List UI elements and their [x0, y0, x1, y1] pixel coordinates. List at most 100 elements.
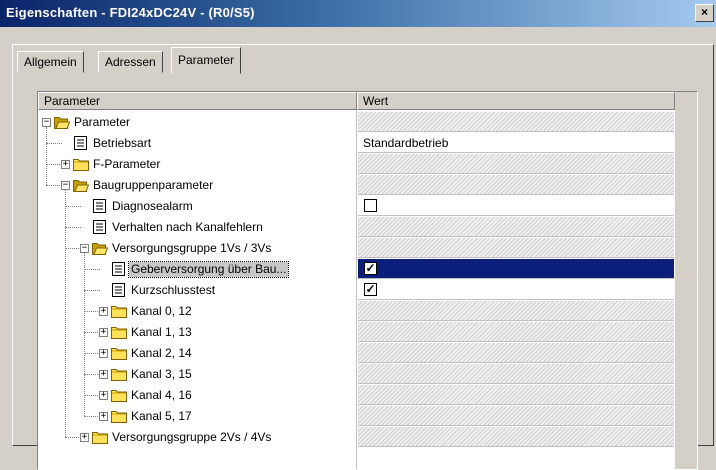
close-button[interactable]: ×	[695, 4, 714, 22]
folder-icon	[111, 388, 127, 402]
folder-open-icon	[54, 115, 71, 129]
checkbox-unchecked[interactable]	[364, 199, 377, 212]
column-header-parameter[interactable]: Parameter	[38, 92, 357, 110]
value-cell	[358, 154, 674, 174]
tree-cell: + Kanal 1, 13	[38, 322, 356, 343]
tree-line	[65, 190, 66, 437]
tree-line	[65, 437, 81, 438]
tree-row[interactable]: Diagnosealarm	[38, 196, 697, 217]
tree-item-label[interactable]: Verhalten nach Kanalfehlern	[110, 220, 265, 235]
folder-open-icon	[73, 178, 90, 192]
tree-cell: + Kanal 2, 14	[38, 343, 356, 364]
tree-item-label[interactable]: Parameter	[72, 115, 132, 130]
tree-item-label[interactable]: F-Parameter	[91, 157, 162, 172]
tree-row[interactable]: − Versorgungsgruppe 1Vs / 3Vs	[38, 238, 697, 259]
value-cell	[358, 343, 674, 363]
value-cell	[358, 112, 674, 132]
expand-icon[interactable]: +	[99, 391, 108, 400]
tree-line	[46, 164, 62, 165]
value-cell	[358, 238, 674, 258]
tree-row[interactable]: + Kanal 5, 17	[38, 406, 697, 427]
tree-item-label[interactable]: Kanal 5, 17	[129, 409, 194, 424]
tree-line	[46, 127, 47, 185]
value-cell	[358, 301, 674, 321]
tree-item-label[interactable]: Betriebsart	[91, 136, 153, 151]
tree-item-label[interactable]: Versorgungsgruppe 2Vs / 4Vs	[110, 430, 273, 445]
tree-row[interactable]: Geberversorgung über Bau... ✓	[38, 259, 697, 280]
tree-cell: + Kanal 5, 17	[38, 406, 356, 427]
tree-line	[65, 248, 81, 249]
parameter-doc-icon	[73, 136, 89, 150]
value-cell	[358, 427, 674, 447]
value-cell	[358, 385, 674, 405]
folder-open-icon	[92, 241, 109, 255]
folder-icon	[111, 409, 127, 423]
tree-row[interactable]: − Baugruppenparameter	[38, 175, 697, 196]
parameter-grid[interactable]: Parameter Wert − Parameter Betriebsart Stan…	[37, 91, 698, 470]
tree-row[interactable]: − Parameter	[38, 112, 697, 133]
folder-icon	[111, 346, 127, 360]
tree-cell: Geberversorgung über Bau...	[38, 259, 356, 280]
value-cell	[358, 322, 674, 342]
value-cell	[358, 217, 674, 237]
tree-cell: Diagnosealarm	[38, 196, 356, 217]
tree-item-label[interactable]: Kurzschlusstest	[129, 283, 217, 298]
tree-row[interactable]: + Versorgungsgruppe 2Vs / 4Vs	[38, 427, 697, 448]
tree-item-label[interactable]: Versorgungsgruppe 1Vs / 3Vs	[110, 241, 273, 256]
folder-icon	[111, 304, 127, 318]
tree-item-label[interactable]: Kanal 0, 12	[129, 304, 194, 319]
expand-icon[interactable]: +	[99, 412, 108, 421]
expand-icon[interactable]: +	[99, 307, 108, 316]
tree-row[interactable]: + F-Parameter	[38, 154, 697, 175]
tree-row[interactable]: + Kanal 4, 16	[38, 385, 697, 406]
expand-icon[interactable]: +	[99, 328, 108, 337]
tree-cell: + Kanal 4, 16	[38, 385, 356, 406]
column-header-value[interactable]: Wert	[357, 92, 675, 110]
tree-item-label[interactable]: Kanal 1, 13	[129, 325, 194, 340]
value-text: Standardbetrieb	[363, 136, 449, 150]
tree-item-label[interactable]: Diagnosealarm	[110, 199, 195, 214]
tree-row[interactable]: + Kanal 0, 12	[38, 301, 697, 322]
collapse-icon[interactable]: −	[61, 181, 70, 190]
folder-icon	[92, 430, 108, 444]
tree-item-label[interactable]: Kanal 3, 15	[129, 367, 194, 382]
value-cell[interactable]: ✓	[358, 280, 674, 300]
checkbox-checked[interactable]: ✓	[364, 283, 377, 296]
tree-cell: − Parameter	[38, 112, 356, 133]
window-title: Eigenschaften - FDI24xDC24V - (R0/S5)	[6, 5, 255, 20]
tree-row[interactable]: + Kanal 1, 13	[38, 322, 697, 343]
tab-parameter[interactable]: Parameter	[171, 47, 242, 74]
value-cell[interactable]: ✓	[358, 259, 674, 279]
folder-icon	[111, 325, 127, 339]
tree-row[interactable]: + Kanal 3, 15	[38, 364, 697, 385]
title-bar: Eigenschaften - FDI24xDC24V - (R0/S5) ×	[0, 0, 716, 27]
tree-item-label[interactable]: Kanal 4, 16	[129, 388, 194, 403]
tree-line	[84, 395, 100, 396]
checkbox-checked[interactable]: ✓	[364, 262, 377, 275]
collapse-icon[interactable]: −	[42, 118, 51, 127]
value-cell	[358, 406, 674, 426]
tree-item-label[interactable]: Geberversorgung über Bau...	[127, 261, 290, 278]
tree-row[interactable]: + Kanal 2, 14	[38, 343, 697, 364]
collapse-icon[interactable]: −	[80, 244, 89, 253]
tree-row[interactable]: Kurzschlusstest ✓	[38, 280, 697, 301]
column-divider	[356, 110, 357, 469]
tree-line	[84, 253, 85, 416]
expand-icon[interactable]: +	[99, 349, 108, 358]
tree-row[interactable]: Verhalten nach Kanalfehlern	[38, 217, 697, 238]
tree-line	[46, 143, 62, 144]
expand-icon[interactable]: +	[99, 370, 108, 379]
tree-line	[65, 206, 81, 207]
value-cell[interactable]	[358, 196, 674, 216]
expand-icon[interactable]: +	[61, 160, 70, 169]
value-cell	[358, 175, 674, 195]
tree-row[interactable]: Betriebsart Standardbetrieb	[38, 133, 697, 154]
expand-icon[interactable]: +	[80, 433, 89, 442]
tree-item-label[interactable]: Baugruppenparameter	[91, 178, 215, 193]
value-cell[interactable]: Standardbetrieb	[358, 133, 674, 153]
tree-cell: + Kanal 0, 12	[38, 301, 356, 322]
tree-line	[84, 332, 100, 333]
tree-line	[84, 374, 100, 375]
tree-item-label[interactable]: Kanal 2, 14	[129, 346, 194, 361]
tree-cell: + F-Parameter	[38, 154, 356, 175]
